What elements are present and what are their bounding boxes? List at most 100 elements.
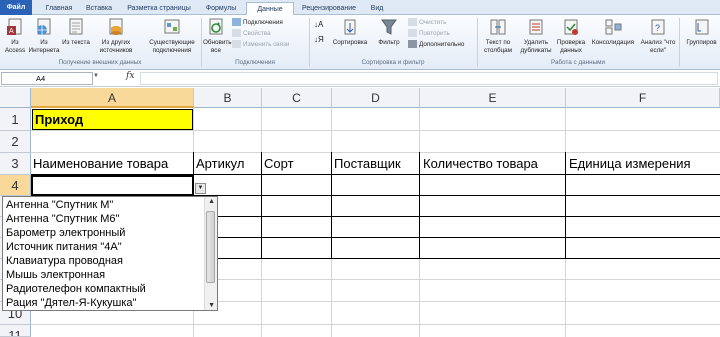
list-item[interactable]: Радиотелефон компактный [6,282,146,296]
group-label-external-data: Получение внешних данных [58,59,142,66]
clear-filter-icon [408,18,417,27]
table-border [261,152,262,259]
from-web-button[interactable]: Из Интернета [28,17,60,54]
scroll-down-icon[interactable]: ▼ [208,302,215,309]
cell-a1[interactable]: Приход [32,109,193,130]
formula-bar: A4 ▼ fx [0,70,720,87]
list-item[interactable]: Антенна "Спутник М" [6,198,113,212]
database-icon [109,18,123,35]
web-icon [37,18,51,35]
data-validation-button[interactable]: Проверка данных [555,17,587,54]
tab-data[interactable]: Данные [246,2,294,16]
validation-list: Антенна "Спутник М" Антенна "Спутник М6"… [2,196,218,311]
chevron-down-icon: ▼ [197,185,204,191]
scroll-up-icon[interactable]: ▲ [208,198,215,205]
text-to-columns-icon [490,19,506,35]
from-text-button[interactable]: Из текста [62,17,90,47]
properties-button[interactable]: Свойства [232,29,271,38]
ribbon-separator [679,18,680,67]
validation-dropdown-button[interactable]: ▼ [195,183,206,194]
row-header-11[interactable]: 11 [0,325,31,337]
from-access-button[interactable]: A Из Access [2,17,28,54]
advanced-button[interactable]: Дополнительно [408,40,464,49]
connections-button[interactable]: Подключения [232,18,283,27]
gridline [31,152,720,153]
tab-file[interactable]: Файл [0,0,32,15]
name-box-dropdown-icon[interactable]: ▼ [93,73,99,79]
remove-duplicates-button[interactable]: Удалить дубликаты [518,17,554,54]
cell-d3[interactable]: Поставщик [334,155,418,173]
funnel-icon [381,19,397,35]
tab-insert[interactable]: Вставка [82,2,116,15]
connections-small-icon [232,18,241,27]
edit-links-button[interactable]: Изменить связи [232,40,289,49]
table-border [565,152,566,259]
list-item[interactable]: Рация "Дятел-Я-Кукушка" [6,296,136,310]
list-item[interactable]: Антенна "Спутник М6" [6,212,119,226]
tab-formulas[interactable]: Формулы [202,2,240,15]
from-other-sources-button[interactable]: Из других источников [94,17,138,54]
row-header-3[interactable]: 3 [0,153,31,175]
cell-c3[interactable]: Сорт [264,155,330,173]
sort-icon [344,19,356,35]
svg-text:?: ? [655,23,660,33]
sort-za-icon: ↓Я [314,35,324,44]
cell-f3[interactable]: Единица измерения [569,155,719,173]
reapply-icon [408,29,417,38]
scrollbar-thumb[interactable] [206,211,215,283]
sort-button[interactable]: Сортировка [328,17,372,47]
tab-page-layout[interactable]: Разметка страницы [121,2,197,15]
sort-za-button[interactable]: ↓Я [314,35,324,44]
insert-function-icon[interactable]: fx [126,71,134,81]
active-cell-a4[interactable] [31,175,194,196]
existing-connections-button[interactable]: Существующие подключения [144,17,200,54]
select-all-corner[interactable] [0,88,31,108]
reapply-button[interactable]: Повторить [408,29,450,38]
sort-az-button[interactable]: ↓A [314,20,323,29]
list-item[interactable]: Барометр электронный [6,226,125,240]
group-label-data-tools: Работа с данными [551,59,605,66]
tab-review[interactable]: Рецензирование [298,2,360,15]
clear-button[interactable]: Очистить [408,18,446,27]
list-item[interactable]: Мышь электронная [6,268,105,282]
sort-az-icon: ↓A [314,20,324,29]
ribbon: A Из Access Из Интернета Из текста Из др… [0,15,720,70]
name-box[interactable]: A4 [1,72,93,85]
column-header-c[interactable]: C [262,88,332,108]
what-if-icon: ? [651,19,665,35]
column-header-b[interactable]: B [194,88,262,108]
connections-icon [164,19,180,34]
data-validation-icon [564,19,578,35]
column-header-f[interactable]: F [566,88,720,108]
row-header-2[interactable]: 2 [0,131,31,153]
column-header-e[interactable]: E [420,88,566,108]
gridline [31,130,720,131]
formula-input[interactable] [140,72,718,85]
row-header-1[interactable]: 1 [0,108,31,131]
filter-button[interactable]: Фильтр [374,17,404,47]
what-if-analysis-button[interactable]: ? Анализ "что если" [640,17,676,54]
consolidate-icon [605,19,622,35]
tab-view[interactable]: Вид [366,2,388,15]
table-border [419,152,420,259]
group-icon [695,19,708,35]
row-header-4[interactable]: 4 [0,175,31,196]
properties-icon [232,29,241,38]
consolidate-button[interactable]: Консолидация [589,17,637,47]
text-file-icon [69,18,83,35]
refresh-all-button[interactable]: Обновить все [203,17,232,54]
cell-e3[interactable]: Количество товара [423,155,564,173]
column-header-a[interactable]: A [31,88,194,108]
tab-home[interactable]: Главная [40,2,78,15]
gridline [31,324,720,325]
group-button[interactable]: Группиров [683,17,720,47]
ribbon-tabs: Файл Главная Вставка Разметка страницы Ф… [0,0,720,16]
list-item[interactable]: Источник питания "4А" [6,240,122,254]
cell-a3[interactable]: Наименование товара [33,155,193,173]
cell-b3[interactable]: Артикул [196,155,260,173]
list-item[interactable]: Клавиатура проводная [6,254,123,268]
table-border [331,152,332,259]
column-header-d[interactable]: D [332,88,420,108]
text-to-columns-button[interactable]: Текст по столбцам [479,17,517,54]
list-scrollbar[interactable]: ▲ ▼ [204,197,217,310]
